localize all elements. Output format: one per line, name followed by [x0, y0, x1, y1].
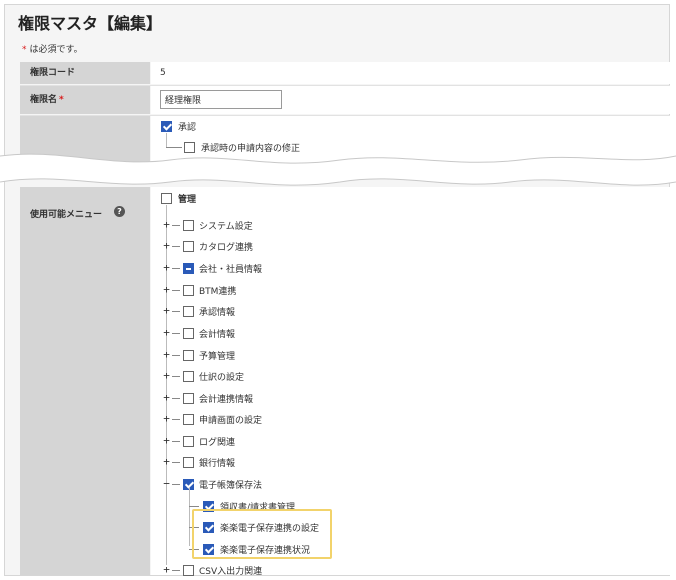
approval-checkbox[interactable]	[161, 121, 172, 132]
required-star: *	[59, 95, 64, 105]
tree-connector	[172, 225, 180, 226]
tree-connector	[172, 333, 180, 334]
tree-item-label: BTM連携	[199, 287, 237, 297]
tree-connector	[172, 398, 180, 399]
tree-connector	[172, 290, 180, 291]
tree-connector	[172, 246, 180, 247]
tree-item-checkbox[interactable]	[183, 565, 194, 576]
expand-icon[interactable]: +	[162, 240, 171, 251]
tree-connector	[189, 506, 199, 507]
tree-item-checkbox[interactable]	[183, 371, 194, 382]
tree-item-label: 銀行情報	[199, 459, 236, 469]
tree-item-checkbox[interactable]	[183, 328, 194, 339]
tree-item-checkbox[interactable]	[183, 436, 194, 447]
tree-item-label: システム設定	[199, 222, 253, 232]
field-label-name-text: 権限名	[30, 95, 58, 105]
tree-item-checkbox[interactable]	[183, 393, 194, 404]
tree-connector	[166, 205, 167, 565]
tree-item-checkbox[interactable]	[183, 350, 194, 361]
tree-item-label: CSV入出力関連	[199, 567, 263, 577]
collapse-icon[interactable]: −	[162, 478, 171, 489]
tree-connector	[172, 355, 180, 356]
tree-item-label: 承認情報	[199, 308, 236, 318]
tree-connector	[172, 570, 180, 571]
tree-connector	[172, 376, 180, 377]
help-icon[interactable]: ?	[114, 206, 125, 217]
tree-connector	[189, 488, 190, 546]
approval-label: 承認	[178, 123, 197, 133]
tree-connector	[172, 311, 180, 312]
tree-item-label: 申請画面の設定	[199, 416, 263, 426]
field-label-menu: 使用可能メニュー	[30, 210, 103, 220]
tree-item-checkbox[interactable]	[183, 263, 194, 274]
field-label-code: 権限コード	[20, 62, 150, 84]
required-note: * は必須です。	[22, 42, 83, 55]
expand-icon[interactable]: +	[162, 392, 171, 403]
tree-item-label: 会計連携情報	[199, 395, 254, 405]
page-title: 権限マスタ【編集】	[18, 14, 163, 33]
expand-icon[interactable]: +	[162, 456, 171, 467]
field-label-name: 権限名 *	[20, 86, 150, 114]
tree-connector	[172, 462, 180, 463]
expand-icon[interactable]: +	[162, 370, 171, 381]
tree-connector	[172, 484, 180, 485]
menu-label-cell	[20, 187, 150, 575]
tree-item-label: ログ関連	[199, 438, 236, 448]
expand-icon[interactable]: +	[162, 564, 171, 575]
expand-icon[interactable]: +	[162, 327, 171, 338]
tree-item-label: 仕訳の設定	[199, 373, 245, 383]
tree-item-checkbox[interactable]	[183, 457, 194, 468]
tree-root-label: 管理	[178, 195, 197, 205]
required-star: *	[22, 45, 27, 55]
expand-icon[interactable]: +	[162, 349, 171, 360]
tree-item-label: 会計情報	[199, 330, 236, 340]
tree-item-checkbox[interactable]	[183, 285, 194, 296]
tree-item-checkbox[interactable]	[183, 414, 194, 425]
page-break-tear	[0, 153, 676, 186]
permission-name-input[interactable]	[160, 90, 282, 109]
tree-item-label: 会社・社員情報	[199, 265, 263, 275]
tree-root-checkbox[interactable]	[161, 193, 172, 204]
required-note-text: は必須です。	[29, 45, 83, 55]
field-value-code: 5	[151, 62, 670, 84]
tree-connector	[166, 133, 167, 147]
tree-item-checkbox[interactable]	[183, 306, 194, 317]
expand-icon[interactable]: +	[162, 305, 171, 316]
tree-item-checkbox[interactable]	[183, 220, 194, 231]
tree-item-label: 予算管理	[199, 352, 236, 362]
tree-item-checkbox[interactable]	[183, 241, 194, 252]
expand-icon[interactable]: +	[162, 413, 171, 424]
tree-connector	[172, 268, 180, 269]
tree-connector	[172, 441, 180, 442]
expand-icon[interactable]: +	[162, 284, 171, 295]
tree-item-label: カタログ連携	[199, 243, 254, 253]
expand-icon[interactable]: +	[162, 435, 171, 446]
tree-item-label: 電子帳簿保存法	[199, 481, 263, 491]
tree-connector	[172, 419, 180, 420]
highlight-box	[192, 509, 332, 559]
expand-icon[interactable]: +	[162, 219, 171, 230]
expand-icon[interactable]: +	[162, 262, 171, 273]
